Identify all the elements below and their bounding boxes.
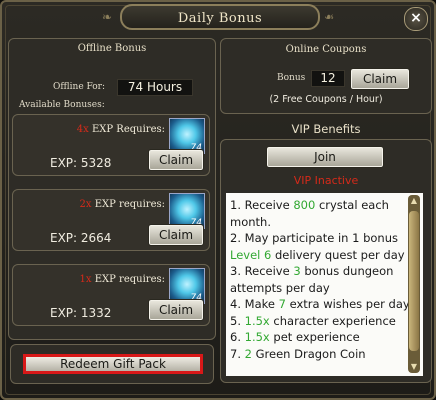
crystal-gem-icon: 74 <box>169 268 205 304</box>
claim-button-1x[interactable]: Claim <box>148 299 204 321</box>
offline-for-label: Offline For: <box>53 82 106 92</box>
multiplier: 2x <box>79 199 92 210</box>
vip-join-button[interactable]: Join <box>266 146 384 168</box>
multiplier: 1x <box>79 274 92 285</box>
online-coupons-panel: Online Coupons Bonus 12 Claim (2 Free Co… <box>220 38 432 114</box>
multiplier: 4x <box>76 124 89 135</box>
vip-benefits-panel: Join VIP Inactive 1. Receive 800 crystal… <box>220 139 432 383</box>
scrollbar-thumb[interactable] <box>409 211 419 351</box>
bonus-card-4x: 4x EXP Requires: 74 EXP: 5328 Claim <box>12 114 210 176</box>
coupon-note: (2 Free Coupons / Hour) <box>269 94 383 105</box>
online-coupons-title: Online Coupons <box>285 44 367 55</box>
scroll-down-icon[interactable]: ▼ <box>408 361 420 373</box>
exp-value: EXP: 2664 <box>50 231 112 245</box>
exp-requires-label: 1x EXP requires: <box>13 274 165 285</box>
vip-benefits-title: VIP Benefits <box>291 122 361 136</box>
coupon-claim-button[interactable]: Claim <box>350 68 410 90</box>
title-ornament-right: ❧ <box>324 10 335 24</box>
bonus-card-2x: 2x EXP requires: 74 EXP: 2664 Claim <box>12 189 210 251</box>
bonus-card-1x: 1x EXP requires: 74 EXP: 1332 Claim <box>12 264 210 326</box>
vip-status: VIP Inactive <box>293 174 359 187</box>
requires-text: EXP requires: <box>94 199 165 210</box>
claim-button-2x[interactable]: Claim <box>148 224 204 246</box>
scroll-up-icon[interactable]: ▲ <box>408 195 420 207</box>
title-ornament-left: ❧ <box>102 10 113 24</box>
offline-for-value: 74 Hours <box>117 79 193 96</box>
list-item: 3. Receive 3 bonus dungeon attempts per … <box>230 264 394 295</box>
daily-bonus-window: ❧ ❧ Daily Bonus × Offline Bonus Offline … <box>0 0 436 400</box>
exp-value: EXP: 5328 <box>50 156 112 170</box>
list-item: 4. Make 7 extra wishes per day <box>230 297 410 311</box>
title-bar: Daily Bonus <box>120 4 320 30</box>
exp-requires-label: 2x EXP requires: <box>13 199 165 210</box>
vip-list-scrollbar[interactable]: ▲ ▼ <box>408 195 420 373</box>
coupon-bonus-label: Bonus <box>277 73 306 83</box>
requires-text: EXP requires: <box>94 274 165 285</box>
vip-benefits-list: 1. Receive 800 crystal each month. 2. Ma… <box>226 193 423 376</box>
coupon-bonus-value: 12 <box>311 70 345 87</box>
redeem-panel: Redeem Gift Pack <box>10 344 214 384</box>
claim-button-4x[interactable]: Claim <box>148 149 204 171</box>
list-item: 6. 1.5x pet experience <box>230 330 360 344</box>
offline-bonus-title: Offline Bonus <box>77 43 147 54</box>
requires-text: EXP Requires: <box>91 124 165 135</box>
close-button[interactable]: × <box>404 7 428 31</box>
list-item: 1. Receive 800 crystal each month. <box>230 198 389 229</box>
list-item: 7. 2 Green Dragon Coin <box>230 346 366 361</box>
list-item: 2. May participate in 1 bonus Level 6 de… <box>230 231 405 262</box>
list-item: 5. 1.5x character experience <box>230 313 396 328</box>
crystal-gem-icon: 74 <box>169 118 205 154</box>
crystal-gem-icon: 74 <box>169 193 205 229</box>
window-title: Daily Bonus <box>177 11 263 26</box>
exp-value: EXP: 1332 <box>50 306 112 320</box>
redeem-gift-pack-button[interactable]: Redeem Gift Pack <box>23 354 203 374</box>
exp-requires-label: 4x EXP Requires: <box>13 124 165 135</box>
available-bonuses-label: Available Bonuses: <box>19 100 105 110</box>
